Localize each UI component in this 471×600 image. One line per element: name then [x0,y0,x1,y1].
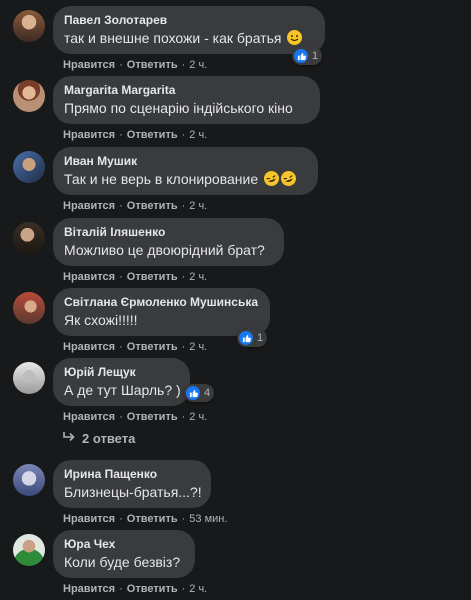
separator: · [181,411,186,423]
like-button[interactable]: Нравится [63,59,115,71]
reply-button[interactable]: Ответить [127,583,178,595]
like-button[interactable]: Нравится [63,200,115,212]
avatar[interactable] [13,292,45,324]
comment-text: Як схожі!!!!! [64,312,138,328]
reply-button[interactable]: Ответить [127,200,178,212]
reply-button[interactable]: Ответить [127,411,178,423]
comment-text: так и внешне похожи - как братья [64,29,313,48]
comment-timestamp[interactable]: 2 ч. [189,59,207,71]
separator: · [181,513,186,525]
reaction-count: 1 [257,332,264,344]
comment-bubble: Иван Мушик Так и не верь в клонирование [53,147,318,195]
separator: · [119,271,123,283]
comment-timestamp[interactable]: 2 ч. [189,129,207,141]
comment-bubble: Ирина Пащенко Близнецы-братья...?! [53,460,211,508]
comment-author[interactable]: Юра Чех [64,537,183,552]
separator: · [119,200,123,212]
comment-text: А де тут Шарль? ) [64,382,181,398]
smile-emoji-icon [287,30,303,45]
avatar[interactable] [13,151,45,183]
comment-actions: Нравится · Ответить · 2 ч. [63,199,207,213]
comment-bubble: Світлана Єрмоленко Мушинська Як схожі!!!… [53,288,270,336]
reaction-summary[interactable]: 1 [237,329,268,347]
separator: · [119,583,123,595]
separator: · [181,341,186,353]
comment-text-body: так и внешне похожи - как братья [64,30,282,46]
comment-actions: Нравится · Ответить · 2 ч. [63,128,207,142]
like-button[interactable]: Нравится [63,129,115,141]
comment-actions: Нравится · Ответить · 2 ч. [63,582,207,596]
rofl-emoji-icon [278,168,299,189]
separator: · [181,200,186,212]
comment-timestamp[interactable]: 2 ч. [189,200,207,212]
like-button[interactable]: Нравится [63,341,115,353]
avatar[interactable] [13,10,45,42]
comment-timestamp[interactable]: 53 мин. [189,513,227,525]
comment-actions: Нравится · Ответить · 2 ч. [63,270,207,284]
comment-author[interactable]: Віталій Іляшенко [64,225,272,240]
separator: · [119,411,123,423]
reaction-summary[interactable]: 1 [292,47,323,65]
reply-button[interactable]: Ответить [127,341,178,353]
separator: · [119,513,123,525]
comment-author[interactable]: Ирина Пащенко [64,467,199,482]
reply-button[interactable]: Ответить [127,513,178,525]
comment-timestamp[interactable]: 2 ч. [189,583,207,595]
separator: · [181,129,186,141]
comment-timestamp[interactable]: 2 ч. [189,271,207,283]
reply-button[interactable]: Ответить [127,59,178,71]
separator: · [119,59,123,71]
view-replies-link[interactable]: 2 ответа [62,431,135,446]
comment-text: Можливо це двоюрідний брат? [64,242,265,258]
comment-actions: Нравится · Ответить · 2 ч. [63,410,207,424]
comment-author[interactable]: Павел Золотарев [64,13,313,28]
avatar[interactable] [13,80,45,112]
separator: · [119,341,123,353]
comment-text: Прямо по сценарію індійського кіно [64,100,293,116]
comment-bubble: Павел Золотарев так и внешне похожи - ка… [53,6,325,54]
separator: · [181,583,186,595]
like-reaction-icon [294,49,308,63]
reply-button[interactable]: Ответить [127,129,178,141]
comment-bubble: Margarita Margarita Прямо по сценарію ін… [53,76,320,124]
separator: · [119,129,123,141]
like-reaction-icon [186,386,200,400]
comment-actions: Нравится · Ответить · 53 мин. [63,512,227,526]
reaction-count: 1 [312,50,319,62]
comment-author[interactable]: Иван Мушик [64,154,306,169]
comment-timestamp[interactable]: 2 ч. [189,341,207,353]
like-button[interactable]: Нравится [63,583,115,595]
comment-bubble: Віталій Іляшенко Можливо це двоюрідний б… [53,218,284,266]
comment-author[interactable]: Юрій Лещук [64,365,178,380]
comment-actions: Нравится · Ответить · 2 ч. [63,58,207,72]
reply-arrow-icon [62,431,76,446]
reply-button[interactable]: Ответить [127,271,178,283]
like-button[interactable]: Нравится [63,271,115,283]
comment-bubble: Юра Чех Коли буде безвіз? [53,530,195,578]
comment-text-body: Так и не верь в клонирование [64,171,259,187]
like-reaction-icon [239,331,253,345]
comment-text: Так и не верь в клонирование [64,168,306,189]
comment-author[interactable]: Margarita Margarita [64,83,308,98]
rofl-emoji-icon [261,168,282,189]
comment-actions: Нравится · Ответить · 2 ч. [63,340,207,354]
like-button[interactable]: Нравится [63,513,115,525]
comment-text: Близнецы-братья...?! [64,484,202,500]
comment-timestamp[interactable]: 2 ч. [189,411,207,423]
view-replies-label[interactable]: 2 ответа [82,431,135,446]
avatar[interactable] [13,534,45,566]
comment-text: Коли буде безвіз? [64,554,181,570]
avatar[interactable] [13,222,45,254]
reaction-summary[interactable]: 4 [184,384,215,402]
like-button[interactable]: Нравится [63,411,115,423]
avatar[interactable] [13,362,45,394]
separator: · [181,59,186,71]
avatar[interactable] [13,464,45,496]
comment-bubble: Юрій Лещук А де тут Шарль? ) [53,358,190,406]
separator: · [181,271,186,283]
comment-author[interactable]: Світлана Єрмоленко Мушинська [64,295,258,310]
reaction-count: 4 [204,387,211,399]
